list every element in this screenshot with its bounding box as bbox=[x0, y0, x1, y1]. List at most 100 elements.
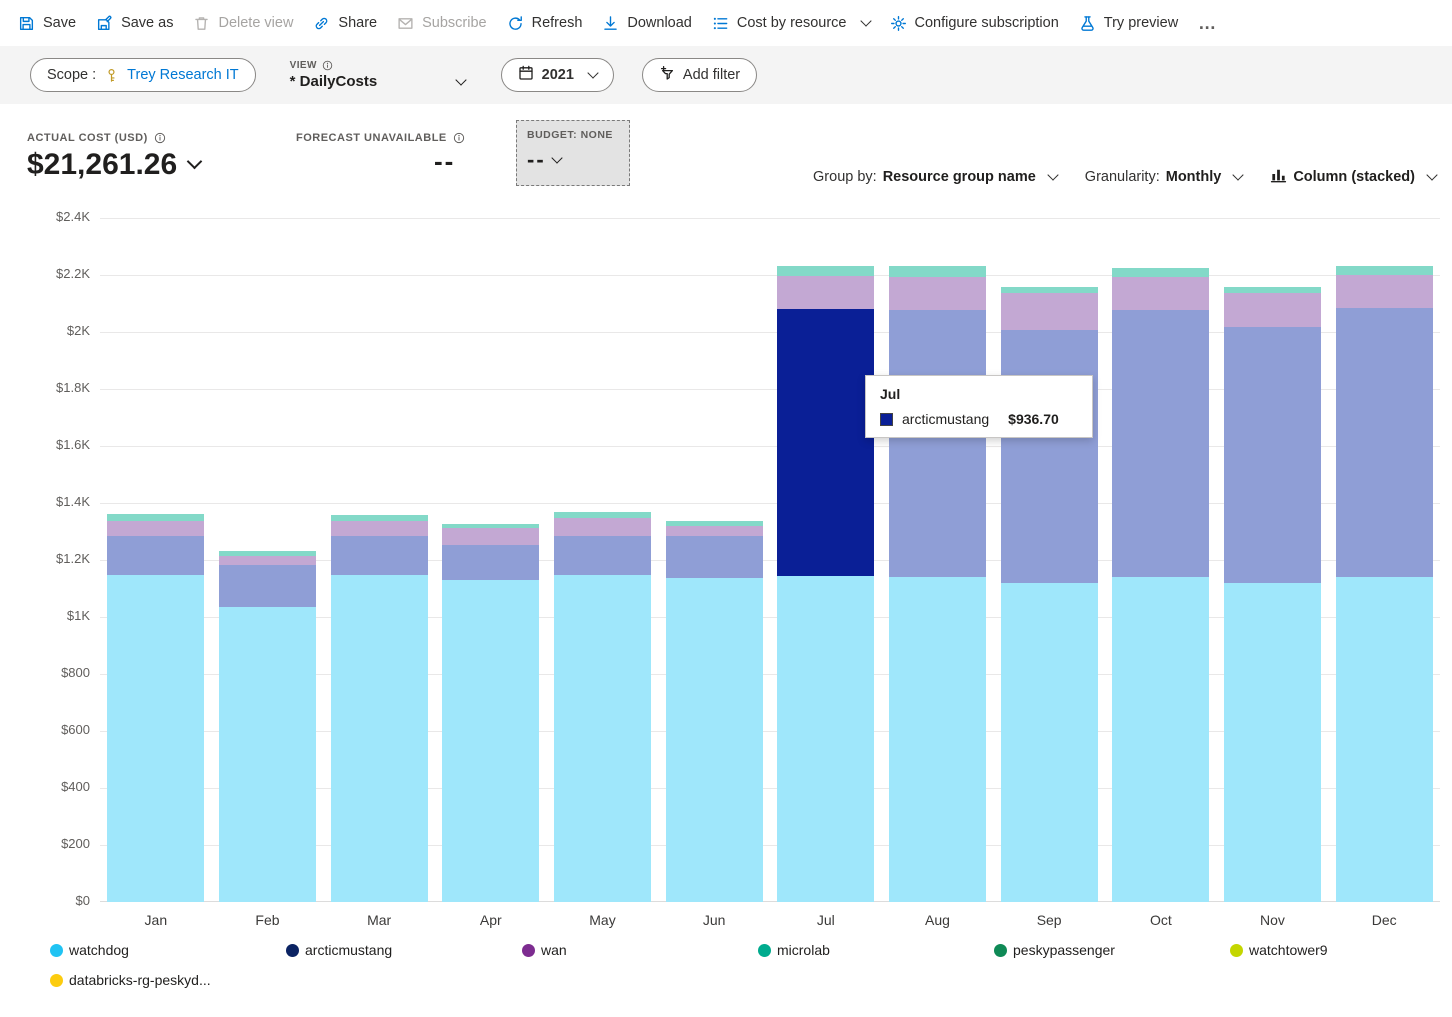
bar-segment-arcticmustang[interactable] bbox=[554, 536, 651, 576]
bar-segment-microlab[interactable] bbox=[777, 265, 875, 276]
bar-segment-microlab[interactable] bbox=[330, 514, 428, 521]
bar-segment-wan[interactable] bbox=[554, 518, 651, 537]
bar-segment-microlab[interactable] bbox=[107, 514, 205, 521]
bar-segment-wan[interactable] bbox=[107, 520, 205, 537]
toolbar-share-label: Share bbox=[338, 15, 378, 31]
legend-item-databricks-rg-peskyd[interactable]: databricks-rg-peskyd... bbox=[50, 972, 286, 988]
bar-segment-watchdog[interactable] bbox=[665, 577, 763, 902]
bar-segment-arcticmustang[interactable] bbox=[219, 564, 316, 608]
filter-bar: Scope : Trey Research IT VIEW * DailyCos… bbox=[0, 46, 1452, 104]
group-by-label: Group by: bbox=[813, 168, 877, 185]
download-icon bbox=[602, 15, 619, 32]
bar-segment-wan[interactable] bbox=[442, 528, 540, 545]
bar-segment-wan[interactable] bbox=[1000, 292, 1098, 331]
toolbar-save-as[interactable]: Save as bbox=[96, 15, 173, 32]
bar-segment-microlab[interactable] bbox=[1335, 265, 1433, 275]
bar-segment-wan[interactable] bbox=[330, 520, 428, 537]
toolbar-configure-subscription[interactable]: Configure subscription bbox=[890, 15, 1059, 32]
x-axis-label: Jan bbox=[144, 912, 168, 928]
toolbar-save[interactable]: Save bbox=[18, 15, 76, 32]
bar-segment-wan[interactable] bbox=[1335, 275, 1433, 309]
bar-segment-arcticmustang[interactable] bbox=[889, 310, 986, 578]
x-axis-label: Jul bbox=[816, 912, 835, 928]
toolbar-download[interactable]: Download bbox=[602, 15, 692, 32]
toolbar-cost-by-resource[interactable]: Cost by resource bbox=[712, 15, 872, 32]
bar-segment-watchdog[interactable] bbox=[330, 575, 428, 902]
y-axis-label: $400 bbox=[61, 779, 90, 794]
bar-segment-microlab[interactable] bbox=[889, 265, 986, 277]
budget-kpi[interactable]: BUDGET: NONE -- bbox=[516, 120, 630, 186]
scope-value: Trey Research IT bbox=[127, 67, 239, 83]
bar-segment-microlab[interactable] bbox=[1112, 267, 1210, 277]
chevron-down-icon bbox=[186, 153, 203, 169]
scope-selector[interactable]: Scope : Trey Research IT bbox=[30, 58, 256, 92]
view-selector[interactable]: VIEW * DailyCosts bbox=[290, 60, 475, 90]
legend-item-watchtower9[interactable]: watchtower9 bbox=[1230, 942, 1452, 958]
toolbar-delete-view[interactable]: Delete view bbox=[193, 15, 293, 32]
bar-segment-watchdog[interactable] bbox=[1335, 577, 1433, 902]
bar-segment-watchdog[interactable] bbox=[442, 579, 540, 902]
legend-label: microlab bbox=[777, 942, 830, 958]
bar-segment-wan[interactable] bbox=[777, 275, 875, 310]
toolbar-refresh[interactable]: Refresh bbox=[507, 15, 582, 32]
actual-cost-kpi[interactable]: ACTUAL COST (USD) $21,261.26 bbox=[27, 132, 203, 182]
bar-segment-wan[interactable] bbox=[1224, 292, 1321, 327]
bar-segment-microlab[interactable] bbox=[554, 512, 651, 519]
bar-segment-watchdog[interactable] bbox=[777, 575, 875, 902]
bar-segment-arcticmustang[interactable] bbox=[330, 536, 428, 576]
bar-segment-microlab[interactable] bbox=[1000, 286, 1098, 293]
x-axis-label: Aug bbox=[925, 912, 950, 928]
date-range-selector[interactable]: 2021 bbox=[500, 58, 614, 92]
add-filter-button[interactable]: Add filter bbox=[641, 58, 758, 92]
calendar-icon bbox=[518, 65, 534, 85]
bar-segment-watchdog[interactable] bbox=[107, 575, 205, 902]
y-axis-label: $1.4K bbox=[56, 494, 90, 509]
legend-item-wan[interactable]: wan bbox=[522, 942, 758, 958]
bar-segment-watchdog[interactable] bbox=[219, 607, 316, 902]
budget-label: BUDGET: NONE bbox=[527, 129, 613, 141]
key-icon bbox=[104, 68, 119, 83]
beaker-icon bbox=[1079, 15, 1096, 32]
legend-label: watchdog bbox=[69, 942, 129, 958]
bar-segment-wan[interactable] bbox=[219, 556, 316, 565]
bar-segment-microlab[interactable] bbox=[665, 520, 763, 527]
bar-segment-arcticmustang[interactable] bbox=[1000, 330, 1098, 584]
bar-segment-arcticmustang[interactable] bbox=[107, 536, 205, 576]
y-axis-label: $1K bbox=[66, 608, 90, 623]
bar-segment-microlab[interactable] bbox=[442, 524, 540, 529]
legend-label: watchtower9 bbox=[1249, 942, 1328, 958]
legend-item-arcticmustang[interactable]: arcticmustang bbox=[286, 942, 522, 958]
chart-type-selector[interactable]: Column (stacked) bbox=[1270, 166, 1438, 187]
chevron-down-icon bbox=[587, 67, 599, 79]
legend-dot bbox=[286, 943, 299, 957]
bar-segment-watchdog[interactable] bbox=[889, 577, 986, 902]
bar-segment-arcticmustang[interactable] bbox=[1224, 326, 1321, 584]
bar-segment-arcticmustang[interactable] bbox=[1112, 310, 1210, 578]
bar-segment-microlab[interactable] bbox=[1224, 286, 1321, 293]
legend-item-peskypassenger[interactable]: peskypassenger bbox=[994, 942, 1230, 958]
bar-segment-arcticmustang[interactable] bbox=[665, 536, 763, 578]
toolbar-try-preview[interactable]: Try preview bbox=[1079, 15, 1178, 32]
bar-segment-watchdog[interactable] bbox=[1224, 583, 1321, 902]
tooltip-value: $936.70 bbox=[1008, 411, 1059, 427]
legend-label: peskypassenger bbox=[1013, 942, 1115, 958]
bar-segment-arcticmustang[interactable] bbox=[777, 309, 875, 576]
group-by-selector[interactable]: Group by: Resource group name bbox=[813, 168, 1059, 185]
bar-segment-wan[interactable] bbox=[889, 277, 986, 311]
legend-item-microlab[interactable]: microlab bbox=[758, 942, 994, 958]
toolbar-more[interactable]: … bbox=[1198, 13, 1216, 34]
bar-segment-arcticmustang[interactable] bbox=[442, 544, 540, 580]
bar-segment-watchdog[interactable] bbox=[1112, 577, 1210, 902]
y-axis-label: $200 bbox=[61, 836, 90, 851]
toolbar-share[interactable]: Share bbox=[313, 15, 377, 32]
bar-segment-microlab[interactable] bbox=[219, 550, 316, 557]
granularity-selector[interactable]: Granularity: Monthly bbox=[1085, 169, 1244, 185]
bar-segment-watchdog[interactable] bbox=[1000, 583, 1098, 902]
tooltip-title: Jul bbox=[880, 386, 901, 402]
toolbar-subscribe[interactable]: Subscribe bbox=[397, 15, 487, 32]
bar-segment-wan[interactable] bbox=[665, 526, 763, 537]
bar-segment-watchdog[interactable] bbox=[554, 575, 651, 902]
legend-item-watchdog[interactable]: watchdog bbox=[50, 942, 286, 958]
bar-segment-wan[interactable] bbox=[1112, 277, 1210, 311]
bar-segment-arcticmustang[interactable] bbox=[1335, 308, 1433, 578]
